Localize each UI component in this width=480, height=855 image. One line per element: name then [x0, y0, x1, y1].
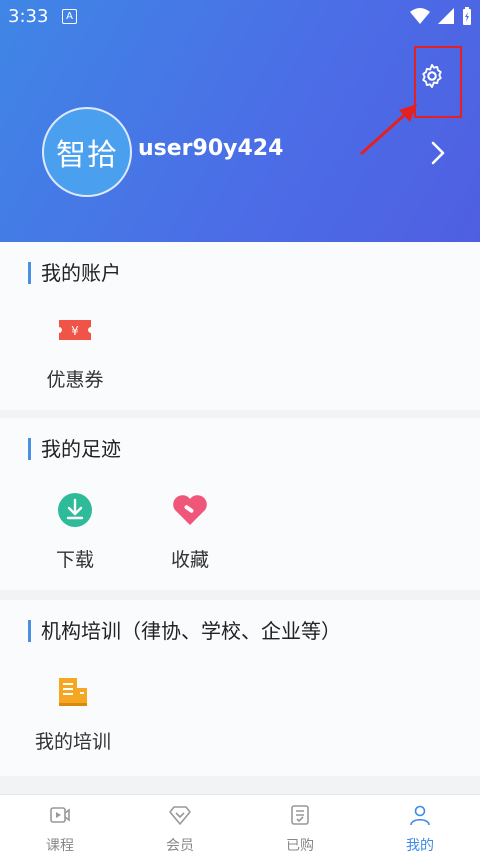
- section-my-footprints: 我的足迹 下载 收藏: [0, 418, 480, 590]
- section-title: 我的足迹: [28, 438, 121, 460]
- wifi-icon: [410, 8, 430, 24]
- bottom-tab-bar: 课程 会员 已购 我的: [0, 794, 480, 855]
- section-my-account: 我的账户 ¥ 优惠券: [0, 242, 480, 410]
- download-label: 下载: [55, 549, 94, 571]
- my-training-label: 我的培训: [34, 731, 111, 753]
- tab-label: 已购: [286, 838, 314, 854]
- profile-header: 3:33 A 智拾 user90y424: [0, 0, 480, 242]
- notification-a-icon: A: [62, 9, 77, 24]
- settings-highlight-box: [414, 46, 462, 118]
- purchased-list-icon: [291, 805, 309, 825]
- favorites-label: 收藏: [170, 549, 209, 571]
- section-title: 机构培训（律协、学校、企业等）: [28, 620, 341, 642]
- favorites-item[interactable]: 收藏: [155, 490, 225, 572]
- avatar[interactable]: 智拾: [42, 107, 132, 197]
- highlight-arrow: [359, 104, 417, 156]
- tab-mine[interactable]: 我的: [390, 803, 450, 855]
- tab-label: 会员: [166, 838, 194, 854]
- my-training-item[interactable]: 我的培训: [28, 672, 118, 754]
- course-video-icon: [50, 807, 70, 823]
- section-institution-training: 机构培训（律协、学校、企业等） 我的培训: [0, 600, 480, 776]
- battery-icon: [463, 7, 471, 25]
- chevron-right-icon[interactable]: [430, 140, 446, 166]
- favorite-heart-icon: [173, 495, 207, 525]
- tab-label: 我的: [406, 838, 434, 854]
- svg-text:¥: ¥: [71, 324, 79, 338]
- coupon-icon: ¥: [59, 320, 91, 340]
- tab-courses[interactable]: 课程: [30, 803, 90, 855]
- coupon-label: 优惠券: [46, 369, 104, 391]
- username[interactable]: user90y424: [138, 136, 283, 161]
- status-bar: 3:33 A: [0, 0, 480, 32]
- signal-icon: [438, 8, 454, 24]
- tab-label: 课程: [46, 838, 74, 854]
- tab-membership[interactable]: 会员: [150, 803, 210, 855]
- training-building-icon: [59, 678, 87, 706]
- coupon-item[interactable]: ¥ 优惠券: [40, 310, 110, 392]
- download-icon: [58, 493, 92, 527]
- member-diamond-icon: [169, 806, 191, 825]
- profile-person-icon: [410, 805, 430, 826]
- status-time: 3:33: [8, 6, 49, 27]
- download-item[interactable]: 下载: [40, 490, 110, 572]
- tab-purchased[interactable]: 已购: [270, 803, 330, 855]
- section-title: 我的账户: [28, 262, 121, 284]
